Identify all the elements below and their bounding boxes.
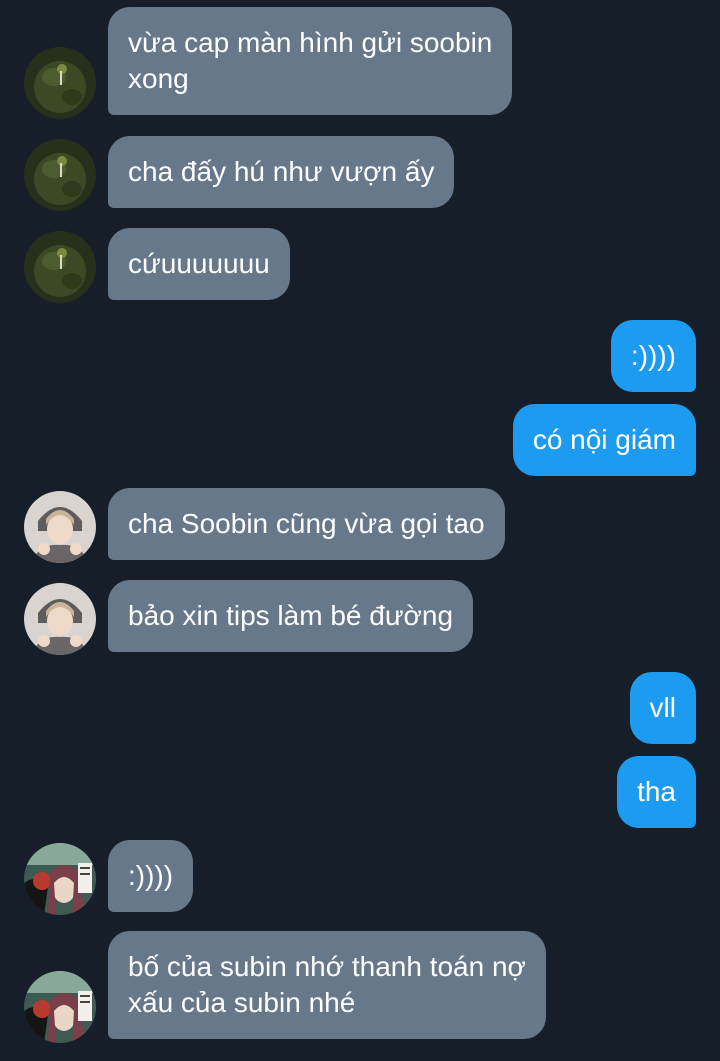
avatar-image <box>24 583 96 655</box>
avatar-image <box>24 47 96 119</box>
message-bubble[interactable]: cứuuuuuuu <box>108 228 290 300</box>
avatar[interactable] <box>24 231 96 303</box>
message-bubble[interactable]: cha đấy hú như vượn ấy <box>108 136 455 208</box>
message-bubble[interactable]: :)))) <box>108 840 194 912</box>
chat-screen: { "conversation": { "messages": [ {"side… <box>0 0 720 1061</box>
avatar[interactable] <box>24 843 96 915</box>
avatar-image <box>24 843 96 915</box>
avatar[interactable] <box>24 139 96 211</box>
message-bubble[interactable]: :)))) <box>610 320 696 392</box>
message-bubble[interactable]: tha <box>617 756 696 828</box>
avatar-image <box>24 491 96 563</box>
avatar[interactable] <box>24 971 96 1043</box>
avatar-image <box>24 231 96 303</box>
avatar-image <box>24 971 96 1043</box>
message-bubble[interactable]: có nội giám <box>512 404 696 476</box>
avatar[interactable] <box>24 583 96 655</box>
message-bubble[interactable]: vừa cap màn hình gửi soobin xong <box>108 7 513 115</box>
message-bubble[interactable]: vll <box>629 672 696 744</box>
avatar[interactable] <box>24 491 96 563</box>
message-bubble[interactable]: cha Soobin cũng vừa gọi tao <box>108 488 505 560</box>
message-bubble[interactable]: bảo xin tips làm bé đường <box>108 580 474 652</box>
avatar-image <box>24 139 96 211</box>
avatar[interactable] <box>24 47 96 119</box>
message-bubble[interactable]: bố của subin nhớ thanh toán nợ xấu của s… <box>108 931 546 1039</box>
